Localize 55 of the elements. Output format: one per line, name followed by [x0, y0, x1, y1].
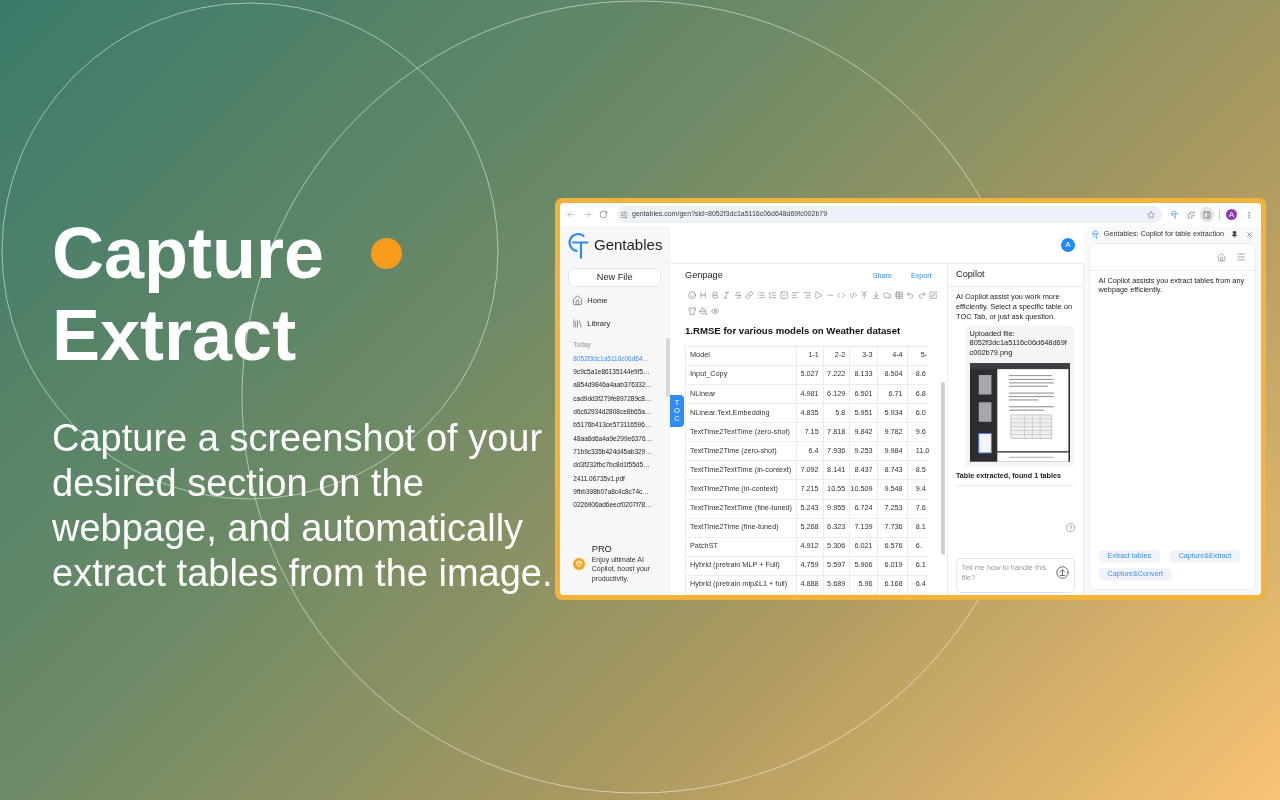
home-icon[interactable]	[1217, 252, 1227, 262]
scrollbar-thumb[interactable]	[666, 338, 670, 397]
checkbox-icon[interactable]	[779, 291, 789, 300]
heading-icon[interactable]	[699, 291, 708, 300]
logo-icon	[568, 230, 589, 259]
scrollbar-thumb[interactable]	[941, 382, 945, 555]
back-arrow-icon[interactable]	[566, 210, 575, 219]
headline: Extract	[52, 294, 298, 376]
side-panel-button[interactable]	[1199, 207, 1214, 222]
bullet-list-icon[interactable]	[756, 291, 766, 300]
section-heading: 1.RMSE for various models on Weather dataset	[684, 324, 902, 338]
bold-icon[interactable]	[710, 291, 720, 300]
smile-icon[interactable]	[688, 291, 697, 300]
headline: Capture	[52, 212, 325, 294]
align-left-icon[interactable]	[791, 291, 800, 300]
puzzle-icon[interactable]	[1186, 210, 1195, 219]
play-icon[interactable]	[814, 291, 823, 300]
code-block-icon[interactable]	[848, 291, 858, 300]
extension-logo-icon[interactable]	[1170, 210, 1178, 219]
arrow-down-to-line-icon[interactable]	[871, 291, 881, 300]
strikethrough-icon[interactable]	[733, 291, 743, 300]
arrow-up-to-line-icon[interactable]	[860, 291, 869, 300]
undo-icon[interactable]	[906, 291, 915, 300]
cloud-icon[interactable]	[883, 291, 892, 300]
logo-text: Gentables	[594, 235, 663, 254]
close-icon[interactable]	[1245, 231, 1253, 239]
edit-icon[interactable]	[929, 291, 938, 300]
table-icon[interactable]	[894, 291, 904, 300]
side-panel-icon	[1202, 210, 1211, 219]
panel-title: Copilot	[956, 268, 985, 282]
page-title: Genpage	[685, 269, 723, 282]
link-icon[interactable]	[745, 291, 754, 300]
pro-title: PRO	[591, 544, 613, 556]
align-right-icon[interactable]	[802, 291, 812, 300]
reload-icon[interactable]	[599, 210, 608, 219]
shirt-icon[interactable]	[688, 307, 697, 316]
paint-bucket-icon[interactable]	[699, 307, 708, 316]
extension-logo-icon	[1092, 230, 1099, 240]
eye-icon[interactable]	[710, 307, 720, 316]
pin-icon[interactable]	[1230, 231, 1238, 239]
send-icon[interactable]	[1056, 565, 1070, 579]
italic-icon[interactable]	[722, 291, 731, 300]
diamond-icon	[573, 557, 585, 570]
forward-arrow-icon[interactable]	[582, 210, 592, 219]
home-icon	[572, 295, 583, 307]
new-file-button[interactable]: New File	[568, 268, 661, 287]
help-icon[interactable]	[1065, 522, 1075, 532]
numbered-list-icon[interactable]	[768, 291, 777, 300]
library-icon	[572, 318, 583, 330]
redo-icon[interactable]	[917, 291, 927, 300]
menu-icon[interactable]	[1235, 252, 1246, 263]
code-icon[interactable]	[837, 291, 846, 300]
hero-description: Capture a screenshot of your desired section on the webpage, and automatically extract tables from the image.	[52, 416, 554, 596]
bookmark-star-icon[interactable]	[1147, 210, 1155, 219]
site-settings-icon[interactable]	[619, 210, 628, 219]
